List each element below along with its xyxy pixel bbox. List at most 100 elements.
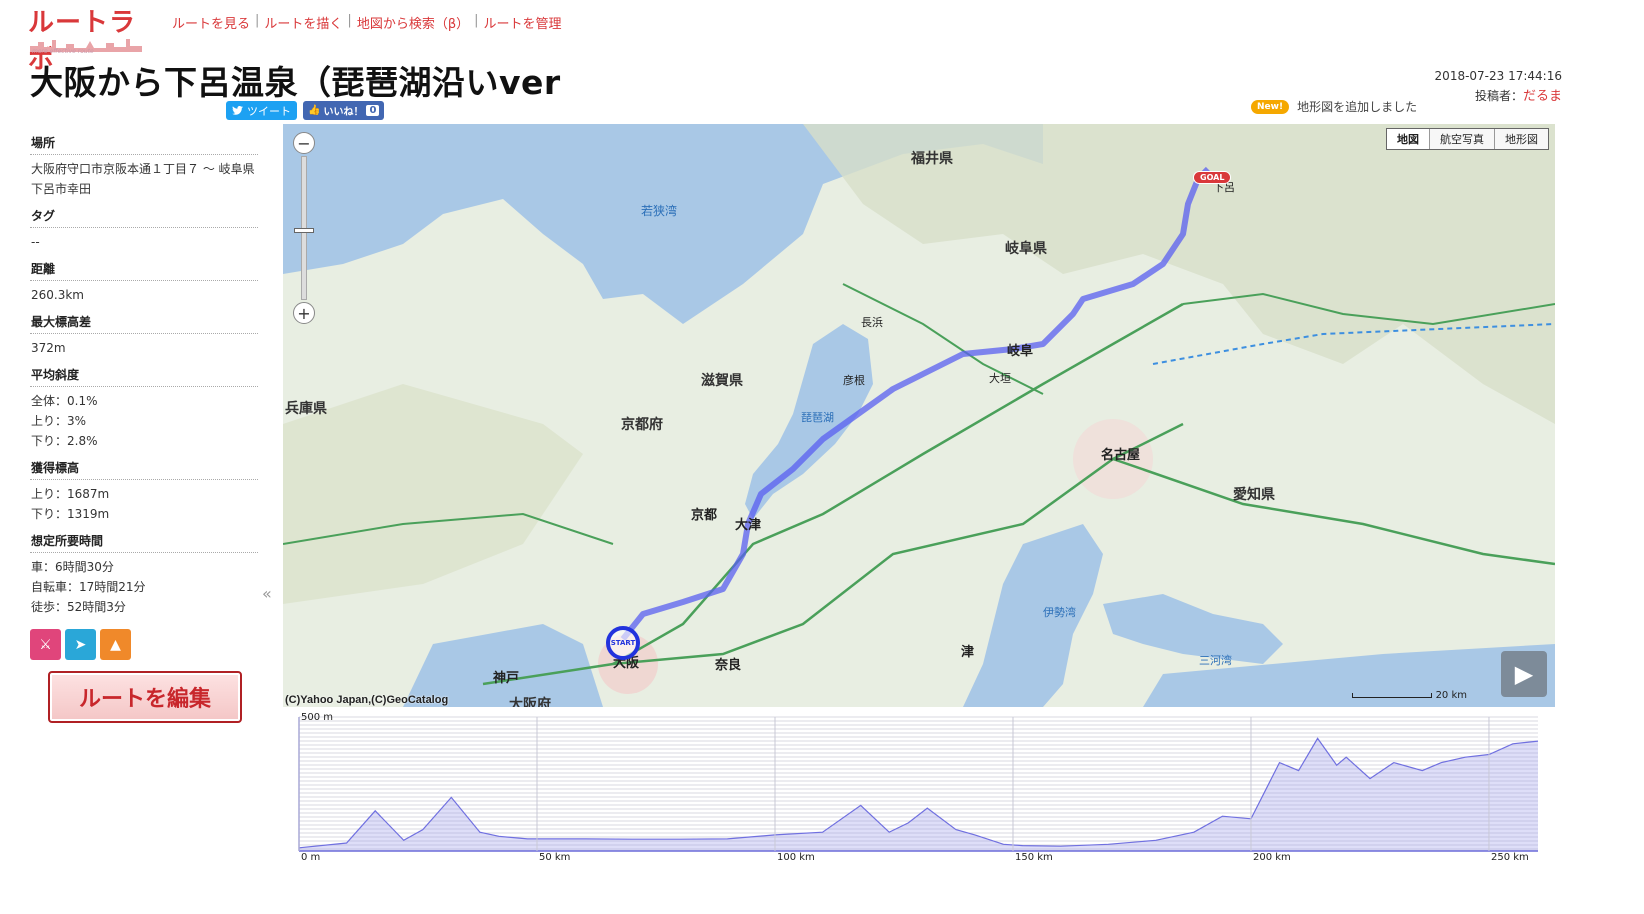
x-tick-label: 50 km [539, 852, 570, 862]
scale-label: 20 km [1435, 690, 1467, 701]
author-label: 投稿者： [1474, 89, 1523, 103]
map-type-switcher: 地図 航空写真 地形図 [1386, 128, 1549, 150]
map-label-kyoto: 京都 [691, 508, 718, 523]
news-notice: New! 地形図を追加しました [1251, 98, 1417, 115]
map-label-nagahama: 長浜 [861, 316, 883, 329]
x-tick-label: 250 km [1491, 852, 1529, 862]
map-label-otsu: 大津 [735, 518, 762, 533]
time-label: 想定所要時間 [30, 528, 258, 553]
nav-draw-route[interactable]: ルートを描く [264, 13, 342, 32]
route-info-sidebar: 場所 大阪府守口市京阪本通１丁目７ 〜 岐阜県下呂市幸田 タグ -- 距離 26… [30, 130, 258, 660]
route-meta: 2018-07-23 17:44:16 投稿者：だるま [1435, 66, 1562, 107]
like-count: 0 [366, 105, 380, 116]
x-tick-label: 100 km [777, 852, 815, 862]
elevation-chart: 500 m 0 m 50 km 100 km 150 km 200 km 250 km [298, 712, 1539, 862]
logo-tagline: more effective route [32, 48, 94, 55]
map-canvas [283, 124, 1555, 707]
map-label-tsu: 津 [961, 645, 975, 660]
cycling-icon[interactable]: ⚔ [30, 629, 61, 660]
time-values: 車：6時間30分 自転車：17時間21分 徒歩：52時間3分 [30, 553, 258, 621]
new-badge: New! [1251, 99, 1290, 114]
zoom-control[interactable]: − + [293, 132, 315, 324]
map-type-aerial[interactable]: 航空写真 [1429, 129, 1494, 149]
start-marker[interactable]: START [606, 626, 640, 660]
gain-up: 上り：1687m [31, 487, 110, 501]
tweet-label: ツイート [247, 104, 291, 118]
map-label-nara: 奈良 [715, 658, 742, 673]
map-label-osaka-pref: 大阪府 [509, 697, 551, 707]
gain-label: 獲得標高 [30, 455, 258, 480]
top-nav: ルートを見る | ルートを描く | 地図から検索（β） | ルートを管理 [172, 13, 562, 32]
map-type-map[interactable]: 地図 [1387, 129, 1429, 149]
max-elev-diff-label: 最大標高差 [30, 309, 258, 334]
elevation-area [299, 738, 1538, 851]
like-button[interactable]: 👍 いいね！ 0 [303, 101, 385, 120]
map-label-gifu-pref: 岐阜県 [1005, 241, 1047, 257]
max-elev-diff-value: 372m [31, 341, 66, 355]
map-label-mikawa: 三河湾 [1199, 654, 1232, 667]
site-logo[interactable]: ルートラボ more effective route [28, 4, 146, 75]
post-date: 2018-07-23 17:44:16 [1434, 69, 1562, 83]
time-bike: 自転車：17時間21分 [31, 580, 146, 594]
play-arrow-icon[interactable]: ▶ [1501, 651, 1547, 697]
map-type-terrain[interactable]: 地形図 [1494, 129, 1548, 149]
like-label: いいね！ [323, 107, 364, 118]
tags-value: -- [31, 235, 40, 249]
goal-marker[interactable]: GOAL [1193, 171, 1232, 184]
zoom-in-button[interactable]: + [293, 302, 315, 324]
running-icon[interactable]: ➤ [65, 629, 96, 660]
x-tick-label: 200 km [1253, 852, 1291, 862]
zoom-out-button[interactable]: − [293, 132, 315, 154]
map-label-biwako: 琵琶湖 [801, 411, 834, 424]
thumbs-up-icon: 👍 [308, 105, 321, 116]
map-label-kobe: 神戸 [493, 671, 520, 686]
map-label-wakasa: 若狭湾 [641, 204, 678, 218]
slope-label: 平均斜度 [30, 362, 258, 387]
distance-label: 距離 [30, 256, 258, 281]
map-label-hikone: 彦根 [843, 374, 865, 387]
map-label-ise: 伊勢湾 [1043, 606, 1076, 619]
news-text: 地形図を追加しました [1297, 100, 1418, 114]
map-label-shiga: 滋賀県 [701, 373, 743, 389]
twitter-bird-icon [232, 106, 243, 115]
author-link[interactable]: だるま [1523, 89, 1562, 104]
x-tick-label: 0 m [301, 852, 320, 862]
map-label-kyoto-pref: 京都府 [621, 417, 663, 433]
nav-manage-routes[interactable]: ルートを管理 [484, 13, 562, 32]
map-label-ogaki: 大垣 [989, 372, 1011, 385]
page-title: 大阪から下呂温泉（琵琶湖沿いver [30, 63, 561, 102]
double-chevron-left-icon[interactable]: « [262, 584, 272, 603]
author-line: 投稿者：だるま [1435, 86, 1562, 107]
x-tick-label: 150 km [1015, 852, 1053, 862]
slope-down: 下り：2.8% [31, 434, 98, 448]
zoom-slider-handle[interactable] [294, 228, 314, 233]
mountain-icon[interactable]: ▲ [100, 629, 131, 660]
slope-values: 全体：0.1% 上り：3% 下り：2.8% [30, 387, 258, 455]
nav-search-map[interactable]: 地図から検索（β） [357, 13, 469, 32]
nav-view-routes[interactable]: ルートを見る [172, 13, 250, 32]
map-label-fukui: 福井県 [911, 151, 953, 167]
map-scale: 20 km [1351, 690, 1467, 701]
activity-icons: ⚔ ➤ ▲ [30, 629, 258, 660]
location-value: 大阪府守口市京阪本通１丁目７ 〜 岐阜県下呂市幸田 [31, 162, 255, 196]
gain-values: 上り：1687m 下り：1319m [30, 480, 258, 528]
route-map[interactable]: 福井県 岐阜県 滋賀県 京都府 兵庫県 愛知県 大阪府 若狭湾 琵琶湖 伊勢湾 … [283, 124, 1555, 707]
map-label-aichi: 愛知県 [1233, 487, 1275, 503]
scale-bar [1351, 693, 1432, 698]
start-label: START [610, 639, 636, 647]
slope-total: 全体：0.1% [31, 394, 98, 408]
tweet-button[interactable]: ツイート [226, 101, 297, 120]
map-label-nagoya: 名古屋 [1101, 448, 1141, 463]
slope-up: 上り：3% [31, 414, 87, 428]
gain-down: 下り：1319m [31, 507, 110, 521]
map-label-hyogo: 兵庫県 [285, 401, 327, 417]
edit-route-button[interactable]: ルートを編集 [48, 671, 242, 723]
distance-value: 260.3km [31, 288, 84, 302]
social-buttons: ツイート 👍 いいね！ 0 [226, 101, 385, 120]
tags-label: タグ [30, 203, 258, 228]
time-car: 車：6時間30分 [31, 560, 114, 574]
map-label-gifu: 岐阜 [1007, 344, 1034, 359]
time-walk: 徒歩：52時間3分 [31, 600, 126, 614]
location-label: 場所 [30, 130, 258, 155]
y-tick-label: 500 m [301, 712, 333, 723]
